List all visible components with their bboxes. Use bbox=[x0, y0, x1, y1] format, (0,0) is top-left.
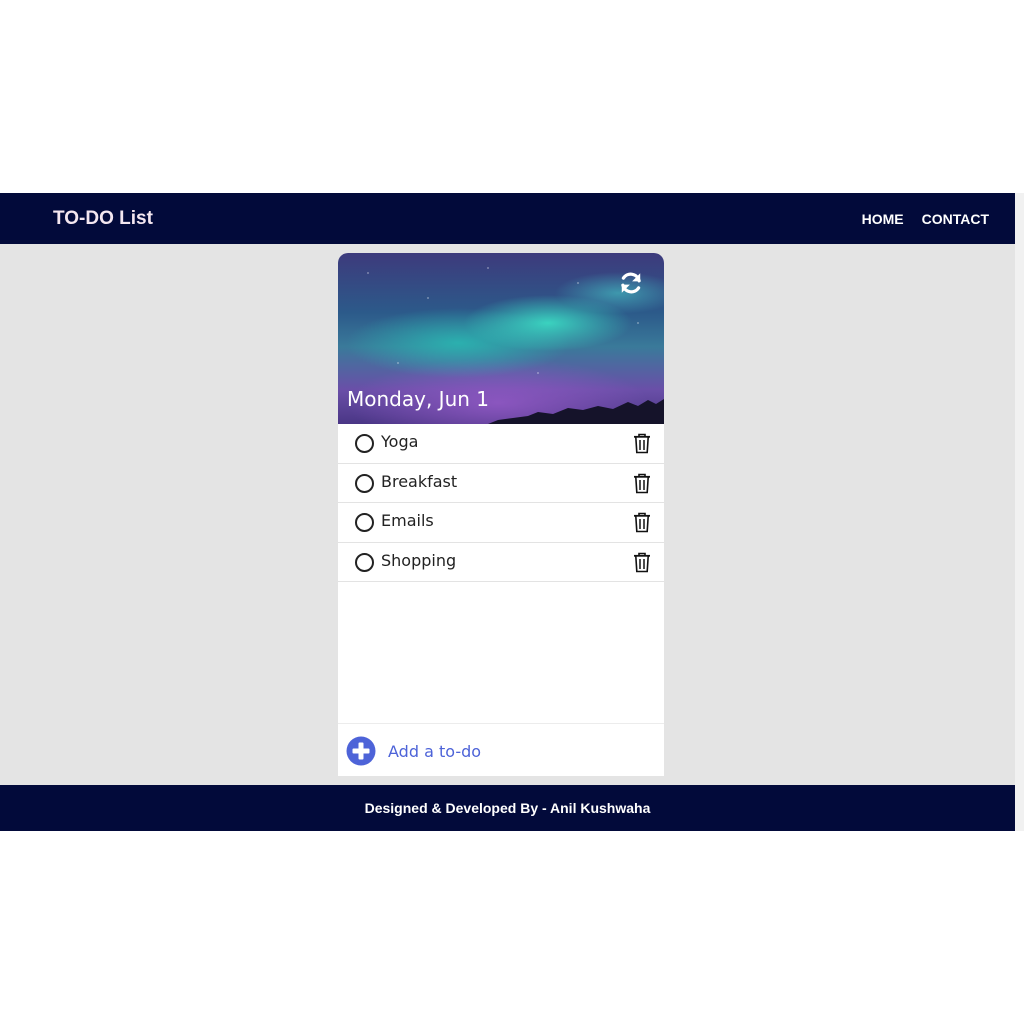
todo-text: Yoga bbox=[381, 432, 419, 451]
add-todo-row bbox=[338, 723, 664, 776]
footer-credit: Designed & Developed By - Anil Kushwaha bbox=[364, 800, 651, 816]
refresh-icon[interactable] bbox=[618, 270, 644, 296]
nav-links: HOME CONTACT bbox=[862, 211, 989, 227]
trash-icon[interactable] bbox=[633, 433, 651, 454]
todo-item: Shopping bbox=[338, 543, 664, 582]
todo-text: Emails bbox=[381, 511, 434, 530]
trash-icon[interactable] bbox=[633, 552, 651, 573]
header-image: Monday, Jun 1 bbox=[338, 253, 664, 424]
complete-checkbox[interactable] bbox=[355, 552, 374, 572]
nav-contact-link[interactable]: CONTACT bbox=[922, 211, 989, 227]
scrollbar-track[interactable] bbox=[1015, 193, 1024, 831]
brand-title: TO-DO List bbox=[53, 208, 153, 229]
todo-item: Yoga bbox=[338, 424, 664, 464]
nav-home-link[interactable]: HOME bbox=[862, 211, 904, 227]
trash-icon[interactable] bbox=[633, 473, 651, 494]
todo-item: Breakfast bbox=[338, 464, 664, 503]
trash-icon[interactable] bbox=[633, 512, 651, 533]
todo-text: Breakfast bbox=[381, 471, 458, 491]
complete-checkbox[interactable] bbox=[355, 473, 374, 493]
complete-checkbox[interactable] bbox=[355, 434, 374, 453]
navbar: TO-DO List HOME CONTACT bbox=[0, 193, 1015, 244]
add-todo-input[interactable] bbox=[388, 739, 638, 763]
todo-text: Shopping bbox=[381, 550, 457, 570]
app-viewport: TO-DO List HOME CONTACT Monday, Jun 1 Yo… bbox=[0, 193, 1015, 831]
date-heading: Monday, Jun 1 bbox=[347, 387, 490, 411]
todo-list: Yoga Breakfast Emails Shopping bbox=[338, 424, 664, 582]
complete-checkbox[interactable] bbox=[355, 513, 374, 532]
todo-card: Monday, Jun 1 Yoga Breakfast Emails Shop… bbox=[338, 253, 664, 776]
footer: Designed & Developed By - Anil Kushwaha bbox=[0, 785, 1015, 831]
todo-item: Emails bbox=[338, 503, 664, 543]
plus-circle-icon[interactable] bbox=[346, 736, 376, 766]
